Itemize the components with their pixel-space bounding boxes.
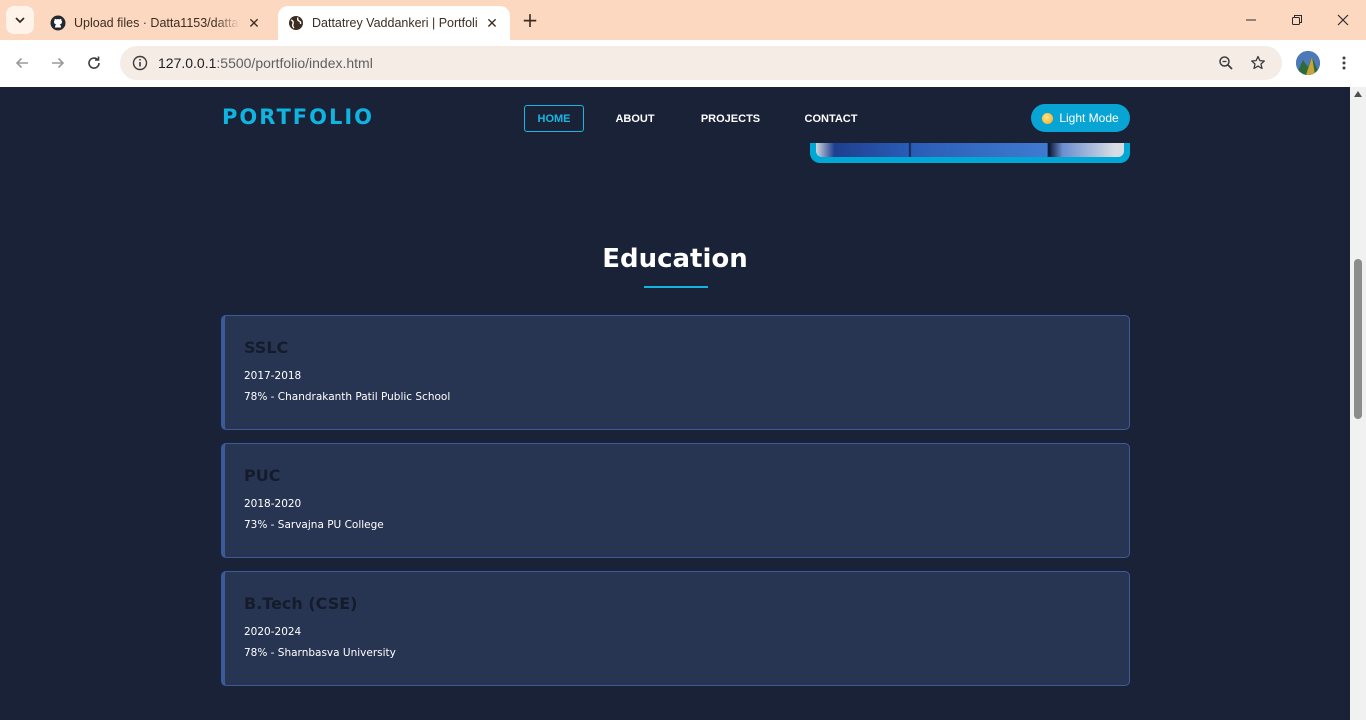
minimize-icon [1246,19,1256,21]
tab-search-button[interactable] [6,6,34,34]
education-detail: 73% - Sarvajna PU College [244,519,384,531]
education-detail: 78% - Chandrakanth Patil Public School [244,391,451,403]
back-button[interactable] [7,48,37,78]
minimize-button[interactable] [1228,0,1274,40]
browser-tab-github[interactable]: Upload files · Datta1153/dattatrey ✕ [40,6,272,40]
arrow-left-icon [15,57,28,69]
avatar-icon [1296,51,1320,75]
education-card-sslc: SSLC 2017-2018 78% - Chandrakanth Patil … [221,315,1130,430]
close-window-button[interactable] [1320,0,1366,40]
tab-title: Upload files · Datta1153/dattatrey [74,16,240,30]
new-tab-button[interactable]: + [518,8,542,32]
profile-avatar[interactable] [1296,51,1320,75]
education-heading: Education [602,244,748,274]
browser-tab-portfolio[interactable]: Dattatrey Vaddankeri | Portfolio ✕ [278,6,510,40]
restore-icon [1292,15,1302,25]
education-years: 2020-2024 [244,626,302,638]
browser-menu-button[interactable] [1332,51,1356,75]
nav-contact[interactable]: CONTACT [801,105,861,132]
scrollbar-thumb[interactable] [1354,259,1362,419]
zoom-icon[interactable] [1214,51,1238,75]
globe-icon [289,16,303,30]
reload-button[interactable] [79,48,109,78]
github-icon [50,15,66,31]
education-years: 2017-2018 [244,370,302,382]
heading-underline [644,286,708,288]
education-card-puc: PUC 2018-2020 73% - Sarvajna PU College [221,443,1130,558]
tab-title: Dattatrey Vaddankeri | Portfolio [312,16,478,30]
chevron-down-icon [15,17,25,24]
page-scrollbar[interactable] [1350,87,1366,720]
tab-strip: Upload files · Datta1153/dattatrey ✕ Dat… [0,0,1366,40]
close-icon [1337,14,1349,26]
close-icon[interactable]: ✕ [484,15,500,31]
education-years: 2018-2020 [244,498,302,510]
scroll-up-arrow-icon[interactable] [1354,91,1362,97]
url-text[interactable]: 127.0.0.1:5500/portfolio/index.html [158,55,373,71]
page-viewport: PORTFOLIO HOME ABOUT PROJECTS CONTACT Li… [0,87,1350,720]
more-vert-icon [1342,56,1346,70]
theme-toggle-button[interactable]: Light Mode [1031,104,1130,132]
theme-toggle-label: Light Mode [1059,111,1119,125]
browser-toolbar: 127.0.0.1:5500/portfolio/index.html [0,40,1366,87]
url-path: :5500/portfolio/index.html [216,55,373,71]
education-detail: 78% - Sharnbasva University [244,647,396,659]
nav-home[interactable]: HOME [524,105,584,132]
close-icon[interactable]: ✕ [246,15,262,31]
site-info-icon[interactable] [128,51,152,75]
address-bar[interactable]: 127.0.0.1:5500/portfolio/index.html [120,46,1282,80]
education-card-btech: B.Tech (CSE) 2020-2024 78% - Sharnbasva … [221,571,1130,686]
bookmark-star-icon[interactable] [1246,51,1270,75]
arrow-right-icon [52,57,65,69]
education-degree: B.Tech (CSE) [244,594,358,613]
forward-button[interactable] [43,48,73,78]
url-host: 127.0.0.1 [158,55,217,71]
reload-icon [88,56,100,69]
site-logo[interactable]: PORTFOLIO [222,105,374,129]
sun-icon [1042,112,1054,124]
education-degree: SSLC [244,338,289,357]
restore-button[interactable] [1274,0,1320,40]
education-degree: PUC [244,466,281,485]
nav-about[interactable]: ABOUT [611,105,659,132]
site-navbar: PORTFOLIO HOME ABOUT PROJECTS CONTACT Li… [0,87,1350,149]
nav-projects[interactable]: PROJECTS [697,105,764,132]
